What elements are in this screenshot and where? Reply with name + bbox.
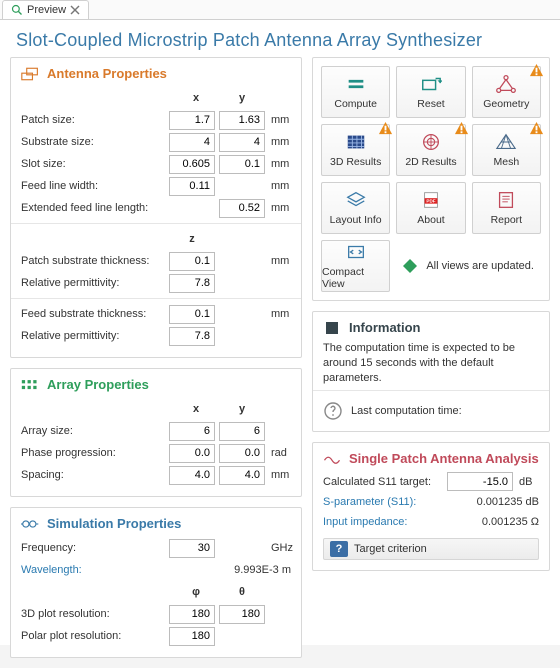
phase-x-input[interactable] <box>169 444 215 463</box>
reset-button[interactable]: Reset <box>396 66 465 118</box>
layout-icon <box>345 190 367 210</box>
app-window: Preview Slot-Coupled Microstrip Patch An… <box>0 0 560 645</box>
slot-x-input[interactable] <box>169 155 215 174</box>
panel-analysis: Single Patch Antenna Analysis Calculated… <box>312 442 550 571</box>
perm1-input[interactable] <box>169 274 215 293</box>
spacing-y-input[interactable] <box>219 466 265 485</box>
plot3d-theta-input[interactable] <box>219 605 265 624</box>
array-x-input[interactable] <box>169 422 215 441</box>
results-3d-button[interactable]: 3D Results <box>321 124 390 176</box>
magnifier-icon <box>11 4 23 16</box>
help-button[interactable]: ? <box>330 541 348 557</box>
panel-information: Information The computation time is expe… <box>312 311 550 432</box>
info-icon <box>323 321 341 335</box>
warning-icon <box>529 121 544 136</box>
polar-icon <box>420 132 442 152</box>
panel-heading: Single Patch Antenna Analysis <box>349 451 539 466</box>
panel-array: Array Properties xy Array size: Phase pr… <box>10 368 302 497</box>
svg-text:PDF: PDF <box>426 199 435 204</box>
sparam-value: 0.001235 dB <box>469 496 539 508</box>
warning-icon <box>529 63 544 78</box>
grid3d-icon <box>345 132 367 152</box>
compact-icon <box>345 242 367 262</box>
spacing-x-input[interactable] <box>169 466 215 485</box>
pdf-icon: PDF <box>420 190 442 210</box>
clock-question-icon <box>323 401 343 421</box>
ext-feed-input[interactable] <box>219 199 265 218</box>
panel-heading: Simulation Properties <box>47 516 181 531</box>
wavelength-value: 9.993E-3 m <box>171 564 291 576</box>
compact-view-button[interactable]: Compact View <box>321 240 390 292</box>
status-text: All views are updated. <box>426 260 534 272</box>
patch-x-input[interactable] <box>169 111 215 130</box>
mesh-button[interactable]: Mesh <box>472 124 541 176</box>
panel-simulation: Simulation Properties Frequency:GHz Wave… <box>10 507 302 658</box>
analysis-footer: ? Target criterion <box>323 538 539 560</box>
close-icon[interactable] <box>70 5 80 15</box>
info-text: The computation time is expected to be a… <box>323 341 539 386</box>
warning-icon <box>454 121 469 136</box>
compute-icon <box>345 74 367 94</box>
mesh-icon <box>495 132 517 152</box>
tab-preview[interactable]: Preview <box>2 0 89 19</box>
patch-y-input[interactable] <box>219 111 265 130</box>
panel-actions: Compute Reset Geometry 3D Results <box>312 57 550 301</box>
polar-input[interactable] <box>169 627 215 646</box>
reset-icon <box>420 74 442 94</box>
feed-sub-z-input[interactable] <box>169 305 215 324</box>
feed-width-input[interactable] <box>169 177 215 196</box>
array-y-input[interactable] <box>219 422 265 441</box>
geometry-button[interactable]: Geometry <box>472 66 541 118</box>
slot-y-input[interactable] <box>219 155 265 174</box>
antenna-icon <box>21 67 39 81</box>
plot3d-phi-input[interactable] <box>169 605 215 624</box>
sparam-label[interactable]: S-parameter (S11): <box>323 496 469 508</box>
wavelength-link[interactable]: Wavelength: <box>21 564 171 576</box>
report-icon <box>495 190 517 210</box>
s11-target-input[interactable] <box>447 472 513 491</box>
page-title: Slot-Coupled Microstrip Patch Antenna Ar… <box>0 20 560 57</box>
patch-sub-z-input[interactable] <box>169 252 215 271</box>
array-icon <box>21 378 39 392</box>
status-cell: All views are updated. <box>396 240 541 292</box>
report-button[interactable]: Report <box>472 182 541 234</box>
content: Antenna Properties xy Patch size:mm Subs… <box>0 57 560 668</box>
footer-label: Target criterion <box>354 543 427 555</box>
simulation-icon <box>21 517 39 531</box>
layout-button[interactable]: Layout Info <box>321 182 390 234</box>
about-button[interactable]: PDF About <box>396 182 465 234</box>
geometry-icon <box>495 74 517 94</box>
freq-input[interactable] <box>169 539 215 558</box>
panel-heading: Antenna Properties <box>47 66 167 81</box>
diamond-ok-icon <box>402 258 418 274</box>
zin-label[interactable]: Input impedance: <box>323 516 469 528</box>
last-time-label: Last computation time: <box>351 405 462 417</box>
substrate-y-input[interactable] <box>219 133 265 152</box>
panel-heading: Information <box>349 320 421 335</box>
zin-value: 0.001235 Ω <box>469 516 539 528</box>
phase-y-input[interactable] <box>219 444 265 463</box>
tab-bar: Preview <box>0 0 560 20</box>
substrate-x-input[interactable] <box>169 133 215 152</box>
panel-antenna: Antenna Properties xy Patch size:mm Subs… <box>10 57 302 358</box>
compute-button[interactable]: Compute <box>321 66 390 118</box>
warning-icon <box>378 121 393 136</box>
panel-heading: Array Properties <box>47 377 149 392</box>
perm2-input[interactable] <box>169 327 215 346</box>
results-2d-button[interactable]: 2D Results <box>396 124 465 176</box>
analysis-icon <box>323 451 341 465</box>
tab-label: Preview <box>27 4 66 16</box>
